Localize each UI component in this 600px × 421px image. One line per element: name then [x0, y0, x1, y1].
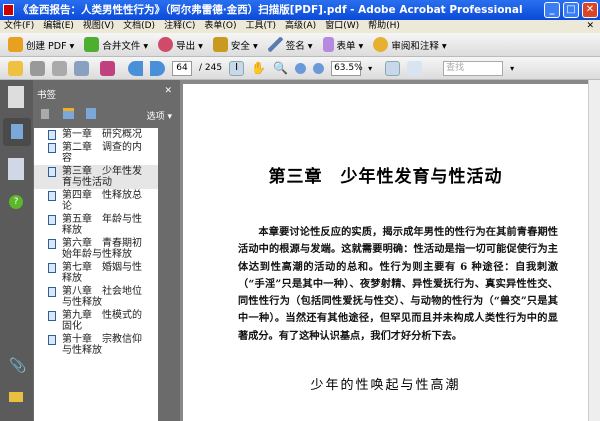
open-folder-icon[interactable]	[8, 60, 23, 76]
attachments-icon[interactable]: 📎	[9, 358, 31, 380]
bookmark-item[interactable]: 第五章 年龄与性释放	[34, 213, 158, 237]
zoom-dropdown-icon[interactable]: ▾	[368, 64, 372, 73]
combine-files-button[interactable]: 合并文件 ▾	[84, 37, 148, 52]
menu-edit[interactable]: 编辑(E)	[43, 20, 74, 33]
page-number-input[interactable]: 64	[172, 60, 192, 76]
bookmark-item[interactable]: 第三章 少年性发育与性活动	[34, 165, 158, 189]
expand-bookmark-icon[interactable]	[86, 108, 96, 119]
sign-button[interactable]: 签名 ▾	[267, 37, 313, 52]
window-title: 《金西报告：人类男性性行为》（阿尔弗雷德·金西）扫描版[PDF].pdf - A…	[18, 4, 523, 16]
menu-comments[interactable]: 注释(C)	[164, 20, 195, 33]
bookmark-icon	[48, 311, 56, 321]
body-paragraph: 本章要讨论性反应的实质，揭示成年男性的性行为在其前青春期性活动中的根源与发端。这…	[238, 226, 558, 342]
previous-page-icon[interactable]	[128, 60, 143, 76]
fit-page-icon[interactable]	[407, 60, 423, 76]
bookmark-icon	[11, 124, 23, 139]
bookmark-item[interactable]: 第十章 宗教信仰与性释放	[34, 333, 158, 357]
next-page-icon[interactable]	[150, 60, 165, 76]
email-icon[interactable]	[74, 60, 89, 76]
panel-close-icon[interactable]: ✕	[164, 86, 172, 96]
menu-bar: 文件(F) 编辑(E) 视图(V) 文档(D) 注释(C) 表单(O) 工具(T…	[0, 20, 600, 33]
menu-window[interactable]: 窗口(W)	[325, 20, 359, 33]
hand-tool-icon[interactable]: ✋	[251, 61, 266, 76]
acrobat-icon	[3, 4, 14, 16]
menu-help[interactable]: 帮助(H)	[368, 20, 400, 33]
combine-icon	[84, 37, 100, 52]
pen-icon	[267, 37, 283, 52]
signatures-icon[interactable]	[8, 158, 24, 180]
create-pdf-icon	[8, 37, 23, 52]
pages-icon[interactable]	[8, 86, 24, 108]
options-menu[interactable]: 选项 ▾	[147, 109, 172, 122]
file-toolbar: 64 / 245 I ✋ 🔍 63.5% ▾ 查找 ▾	[0, 57, 600, 80]
vertical-scrollbar[interactable]	[588, 80, 600, 421]
close-document-icon[interactable]: ✕	[586, 20, 594, 33]
bookmark-list: 第一章 研究概况 第二章 调查的内容 第三章 少年性发育与性活动 第四章 性释放总论第…	[34, 128, 158, 421]
fit-width-icon[interactable]	[385, 60, 401, 76]
bookmark-item[interactable]: 第六章 青春期初始年龄与性释放	[34, 237, 158, 261]
find-dropdown-icon[interactable]: ▾	[510, 64, 514, 73]
panel-title: 书签	[37, 90, 57, 101]
bookmark-icon	[48, 167, 56, 177]
title-bar: 《金西报告：人类男性性行为》（阿尔弗雷德·金西）扫描版[PDF].pdf - A…	[0, 0, 600, 20]
menu-file[interactable]: 文件(F)	[4, 20, 34, 33]
bookmark-item[interactable]: 第九章 性模式的固化	[34, 309, 158, 333]
zoom-level-select[interactable]: 63.5%	[331, 60, 363, 76]
bookmark-icon	[48, 263, 56, 273]
bookmark-item[interactable]: 第八章 社会地位与性释放	[34, 285, 158, 309]
select-tool-icon[interactable]: I	[229, 60, 245, 76]
menu-tools[interactable]: 工具(T)	[245, 20, 276, 33]
menu-document[interactable]: 文档(D)	[123, 20, 155, 33]
save-icon[interactable]	[52, 60, 67, 76]
bookmark-icon	[48, 287, 56, 297]
find-input[interactable]: 查找	[443, 60, 504, 76]
help-icon[interactable]: ?	[9, 195, 23, 209]
menu-view[interactable]: 视图(V)	[83, 20, 114, 33]
bookmark-item[interactable]: 第七章 婚姻与性释放	[34, 261, 158, 285]
secure-button[interactable]: 安全 ▾	[212, 37, 258, 52]
form-icon	[322, 37, 334, 52]
color-icon[interactable]	[100, 60, 115, 76]
review-comment-button[interactable]: 审阅和注释 ▾	[373, 37, 447, 52]
lock-icon	[212, 37, 228, 52]
zoom-in-icon[interactable]	[313, 62, 325, 74]
bookmark-icon	[48, 130, 56, 140]
navigation-pane: ? 📎	[0, 80, 33, 421]
comments-icon[interactable]	[9, 392, 23, 402]
document-pane: 第三章 少年性发育与性活动 本章要讨论性反应的实质，揭示成年男性的性行为在其前青…	[180, 80, 600, 421]
menu-advanced[interactable]: 高级(A)	[285, 20, 316, 33]
bookmark-icon	[48, 239, 56, 249]
section-heading: 少年的性唤起与性高潮	[310, 378, 461, 393]
minimize-button[interactable]: _	[544, 2, 560, 18]
page-total: / 245	[199, 63, 223, 73]
delete-bookmark-icon[interactable]	[41, 109, 49, 119]
bookmark-icon	[48, 215, 56, 225]
print-icon[interactable]	[30, 60, 45, 76]
bookmark-item[interactable]: 第二章 调查的内容	[34, 141, 158, 165]
tasks-toolbar: 创建 PDF ▾ 合并文件 ▾ 导出 ▾ 安全 ▾ 签名 ▾ 表单 ▾ 审阅和注…	[0, 33, 600, 57]
forms-button[interactable]: 表单 ▾	[322, 37, 363, 52]
comment-icon	[373, 37, 389, 52]
bookmark-item[interactable]: 第四章 性释放总论	[34, 189, 158, 213]
bookmarks-panel: 书签 ✕ 选项 ▾ 第一章 研究概况 第二章 调查的内容 第三章 少年性发育与性活动…	[33, 80, 180, 421]
export-button[interactable]: 导出 ▾	[158, 37, 203, 52]
pdf-page: 第三章 少年性发育与性活动 本章要讨论性反应的实质，揭示成年男性的性行为在其前青…	[183, 84, 588, 421]
menu-forms[interactable]: 表单(O)	[204, 20, 236, 33]
chapter-title: 第三章 少年性发育与性活动	[268, 167, 503, 187]
new-bookmark-icon[interactable]	[63, 108, 74, 119]
export-icon	[158, 37, 174, 52]
zoom-tool-icon[interactable]: 🔍	[273, 61, 288, 76]
bookmarks-tab[interactable]	[3, 118, 31, 146]
close-button[interactable]: ✕	[582, 2, 598, 18]
maximize-button[interactable]: □	[563, 2, 579, 18]
bookmark-icon	[48, 335, 56, 345]
bookmark-icon	[48, 191, 56, 201]
bookmark-item[interactable]: 第一章 研究概况	[34, 128, 158, 141]
zoom-out-icon[interactable]	[295, 62, 307, 74]
bookmark-icon	[48, 143, 56, 153]
create-pdf-button[interactable]: 创建 PDF ▾	[8, 37, 74, 52]
